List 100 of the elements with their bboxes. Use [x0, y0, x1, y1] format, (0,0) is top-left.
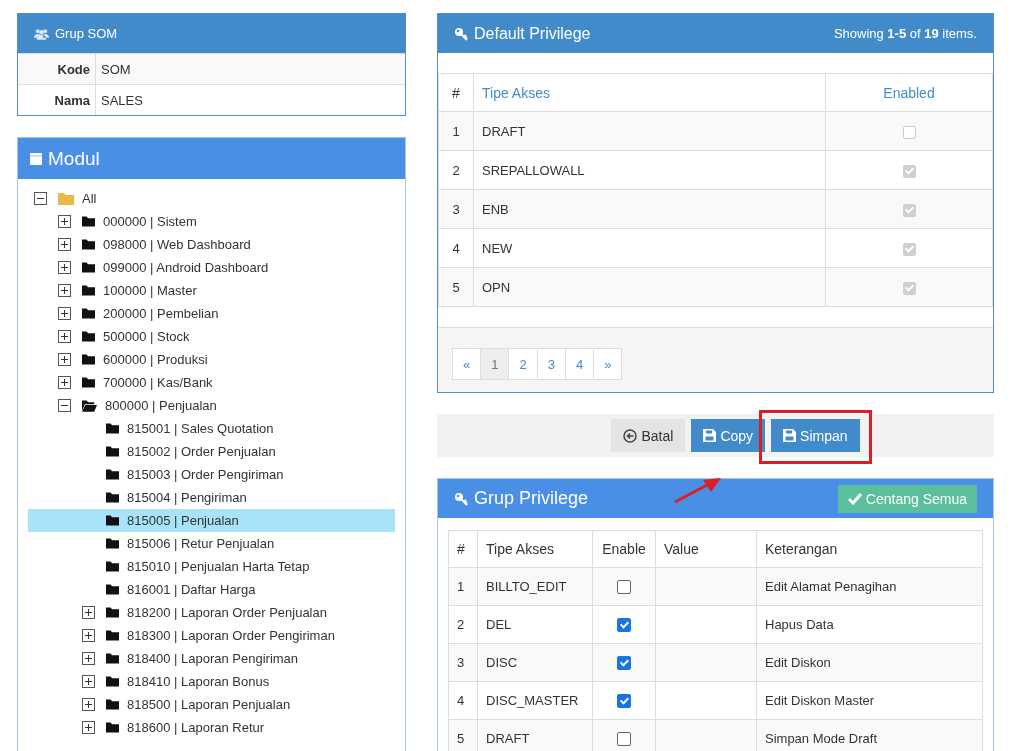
folder-icon [106, 722, 119, 733]
key-icon [454, 26, 468, 41]
tree-label: 818300 | Laporan Order Pengiriman [127, 628, 335, 643]
folder-icon [106, 676, 119, 687]
tree-item[interactable]: 815003 | Order Pengiriman [28, 463, 395, 486]
open-folder-icon [82, 399, 97, 412]
expand-icon[interactable] [58, 284, 71, 297]
table-cell: DISC [477, 643, 593, 682]
folder-icon [82, 331, 95, 342]
table-cell: ENB [473, 189, 826, 229]
table-cell: SREPALLOWALL [473, 150, 826, 190]
page-link[interactable]: 4 [564, 348, 595, 380]
folder-icon [106, 423, 119, 434]
item-count: Showing 1-5 of 19 items. [833, 26, 977, 41]
table-cell: DRAFT [473, 111, 826, 151]
field-label: Kode [18, 53, 96, 85]
tree-label: 200000 | Pembelian [103, 306, 219, 321]
expand-icon[interactable] [58, 261, 71, 274]
table-cell: 1 [448, 567, 478, 606]
tree-item[interactable]: 816001 | Daftar Harga [28, 578, 395, 601]
expand-icon[interactable] [58, 376, 71, 389]
tree-item[interactable]: 818400 | Laporan Pengiriman [28, 647, 395, 670]
tree-item[interactable]: 700000 | Kas/Bank [28, 371, 395, 394]
tree-label: 815002 | Order Penjualan [127, 444, 276, 459]
tree-item[interactable]: 818200 | Laporan Order Penjualan [28, 601, 395, 624]
folder-icon [106, 699, 119, 710]
tree-label: 800000 | Penjualan [105, 398, 217, 413]
page-link[interactable]: 1 [480, 348, 510, 380]
page-link[interactable]: 2 [508, 348, 538, 380]
expand-icon[interactable] [82, 721, 95, 734]
folder-icon [82, 354, 95, 365]
cancel-button[interactable]: Batal [611, 419, 686, 452]
tree-item[interactable]: 815006 | Retur Penjualan [28, 532, 395, 555]
sort-link[interactable]: Tipe Akses [473, 73, 826, 112]
tree-item[interactable]: 818300 | Laporan Order Pengiriman [28, 624, 395, 647]
panel-title: Default Privilege [474, 24, 591, 43]
tree-item[interactable]: 815001 | Sales Quotation [28, 417, 395, 440]
tree-item[interactable]: 815004 | Pengiriman [28, 486, 395, 509]
checkbox[interactable] [617, 618, 631, 633]
tree-item[interactable]: 600000 | Produksi [28, 348, 395, 371]
expand-icon[interactable] [82, 606, 95, 619]
expand-icon[interactable] [58, 353, 71, 366]
tree-item[interactable]: 200000 | Pembelian [28, 302, 395, 325]
table-cell: DISC_MASTER [477, 681, 593, 720]
expand-icon[interactable] [82, 652, 95, 665]
table-cell: NEW [473, 228, 826, 268]
field-value: SOM [95, 53, 405, 85]
tree-item[interactable]: 815010 | Penjualan Harta Tetap [28, 555, 395, 578]
checkbox[interactable] [617, 656, 631, 671]
expand-icon[interactable] [58, 215, 71, 228]
panel-title: Modul [48, 147, 100, 170]
column-header: # [438, 73, 474, 112]
expand-icon[interactable] [82, 675, 95, 688]
collapse-icon[interactable] [58, 399, 71, 412]
tree-item[interactable]: 818600 | Laporan Retur [28, 716, 395, 739]
folder-icon [106, 446, 119, 457]
tree-item[interactable]: 099000 | Android Dashboard [28, 256, 395, 279]
table-cell: 3 [438, 189, 474, 229]
tree-label: 816001 | Daftar Harga [127, 582, 256, 597]
page-link[interactable]: » [593, 348, 623, 380]
expand-icon[interactable] [58, 307, 71, 320]
expand-icon[interactable] [58, 238, 71, 251]
table-cell: Edit Diskon [756, 643, 983, 682]
column-header: Keterangan [756, 530, 983, 568]
folder-icon [82, 285, 95, 296]
tree-label: 000000 | Sistem [103, 214, 197, 229]
expand-icon[interactable] [82, 629, 95, 642]
tree-item[interactable]: All [28, 187, 395, 210]
collapse-icon[interactable] [34, 192, 47, 205]
tree-label: 818500 | Laporan Penjualan [127, 697, 291, 712]
folder-icon [58, 192, 74, 205]
checkbox[interactable] [617, 580, 631, 595]
tree-item[interactable]: 098000 | Web Dashboard [28, 233, 395, 256]
tree-item[interactable]: 500000 | Stock [28, 325, 395, 348]
tree-item-selected[interactable]: 815005 | Penjualan [28, 509, 395, 532]
tree-item[interactable]: 800000 | Penjualan [28, 394, 395, 417]
sort-link[interactable]: Enabled [825, 73, 993, 112]
folder-icon [106, 469, 119, 480]
expand-icon[interactable] [58, 330, 71, 343]
save-button[interactable]: Simpan [771, 419, 860, 452]
tree-item[interactable]: 818410 | Laporan Bonus [28, 670, 395, 693]
page-link[interactable]: 3 [536, 348, 566, 380]
table-cell: BILLTO_EDIT [477, 567, 593, 606]
folder-icon [82, 308, 95, 319]
checkbox[interactable] [617, 694, 631, 709]
tree-item[interactable]: 815002 | Order Penjualan [28, 440, 395, 463]
table-cell: 5 [448, 719, 478, 751]
panel-title: Grup SOM [55, 26, 118, 41]
save-icon [783, 429, 797, 442]
save-button[interactable]: Copy [691, 419, 766, 452]
tree-item[interactable]: 100000 | Master [28, 279, 395, 302]
expand-icon[interactable] [82, 698, 95, 711]
tree-label: 098000 | Web Dashboard [103, 237, 251, 252]
tree-item[interactable]: 000000 | Sistem [28, 210, 395, 233]
folder-icon [106, 561, 119, 572]
column-header: Tipe Akses [477, 530, 593, 568]
tree-item[interactable]: 818500 | Laporan Penjualan [28, 693, 395, 716]
checkbox[interactable] [617, 732, 631, 747]
page-link[interactable]: « [452, 348, 482, 380]
table-cell: Edit Alamat Penagihan [756, 567, 983, 606]
